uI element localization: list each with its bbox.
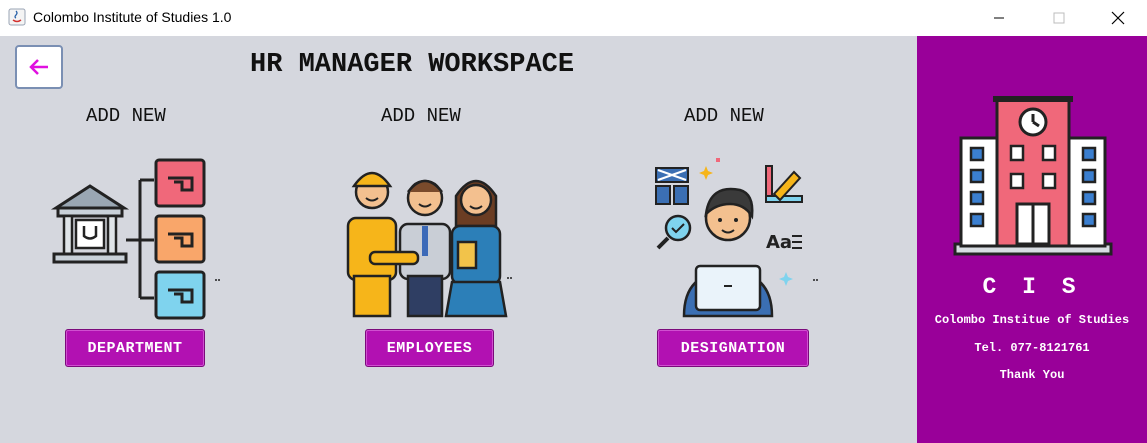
- java-app-icon: [8, 8, 26, 26]
- page-title: HR MANAGER WORKSPACE: [250, 50, 575, 80]
- info-sidebar: C I S Colombo Institue of Studies Tel. 0…: [917, 36, 1147, 443]
- window-title: Colombo Institute of Studies 1.0: [33, 9, 232, 25]
- minimize-button[interactable]: [976, 0, 1022, 36]
- svg-text:Aa: Aa: [766, 232, 792, 253]
- institute-name: Colombo Institue of Studies: [934, 313, 1130, 327]
- institute-phone: Tel. 077-8121761: [974, 341, 1090, 355]
- close-button[interactable]: [1095, 0, 1141, 36]
- designer-at-laptop-icon: Aa: [650, 156, 825, 321]
- minimize-icon: [994, 17, 1004, 19]
- institute-abbreviation: C I S: [982, 274, 1082, 300]
- department-button[interactable]: DEPARTMENT: [65, 329, 205, 367]
- workspace-panel: HR MANAGER WORKSPACE ADD NEW ADD NEW ADD…: [0, 36, 917, 443]
- thank-you-text: Thank You: [999, 368, 1065, 382]
- maximize-button[interactable]: [1036, 0, 1082, 36]
- employees-group-icon: [340, 156, 515, 321]
- employees-button[interactable]: EMPLOYEES: [365, 329, 494, 367]
- window-titlebar: Colombo Institute of Studies 1.0: [0, 0, 1147, 36]
- maximize-icon: [1053, 12, 1065, 24]
- arrow-left-icon: [29, 59, 48, 75]
- employees-heading: ADD NEW: [381, 105, 461, 127]
- department-heading: ADD NEW: [86, 105, 166, 127]
- back-button[interactable]: [15, 45, 63, 89]
- close-icon: [1111, 11, 1125, 25]
- school-building-icon: [953, 94, 1113, 256]
- designation-button[interactable]: DESIGNATION: [657, 329, 809, 367]
- designation-heading: ADD NEW: [684, 105, 764, 127]
- department-hierarchy-icon: [50, 156, 225, 321]
